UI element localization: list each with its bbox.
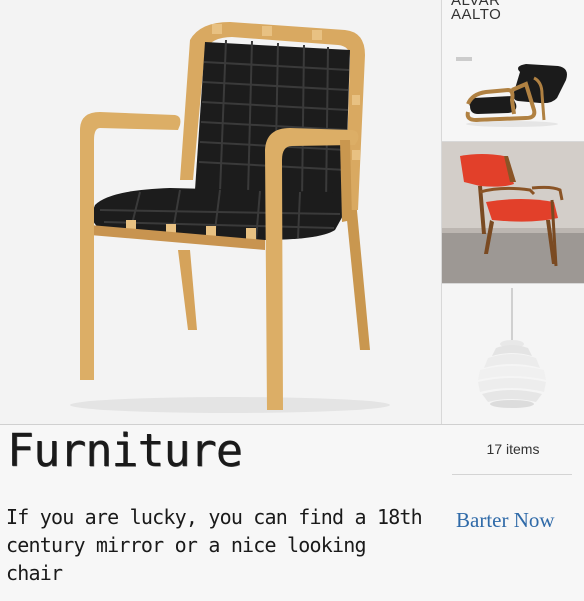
thumbnail-red-chair[interactable] (442, 142, 584, 283)
hero-chair-image[interactable] (0, 0, 442, 424)
category-description: If you are lucky, you can find a 18th ce… (6, 505, 423, 585)
thumbnail-lounge-chair[interactable]: ALVAR AALTO (442, 0, 584, 141)
count-divider (452, 474, 572, 475)
category-card[interactable]: ALVAR AALTO Furniture If you are lucky, … (0, 0, 584, 601)
pendant-lamp-illustration (478, 288, 546, 408)
barter-now-link[interactable]: Barter Now (456, 508, 555, 533)
thumbnail-caption: ALVAR AALTO (451, 0, 502, 23)
item-count: 17 items (486, 441, 540, 457)
armchair-illustration (70, 22, 390, 413)
category-title: Furniture (7, 424, 243, 477)
red-chair-illustration (442, 142, 584, 283)
thumbnail-pendant-lamp[interactable] (442, 284, 584, 424)
